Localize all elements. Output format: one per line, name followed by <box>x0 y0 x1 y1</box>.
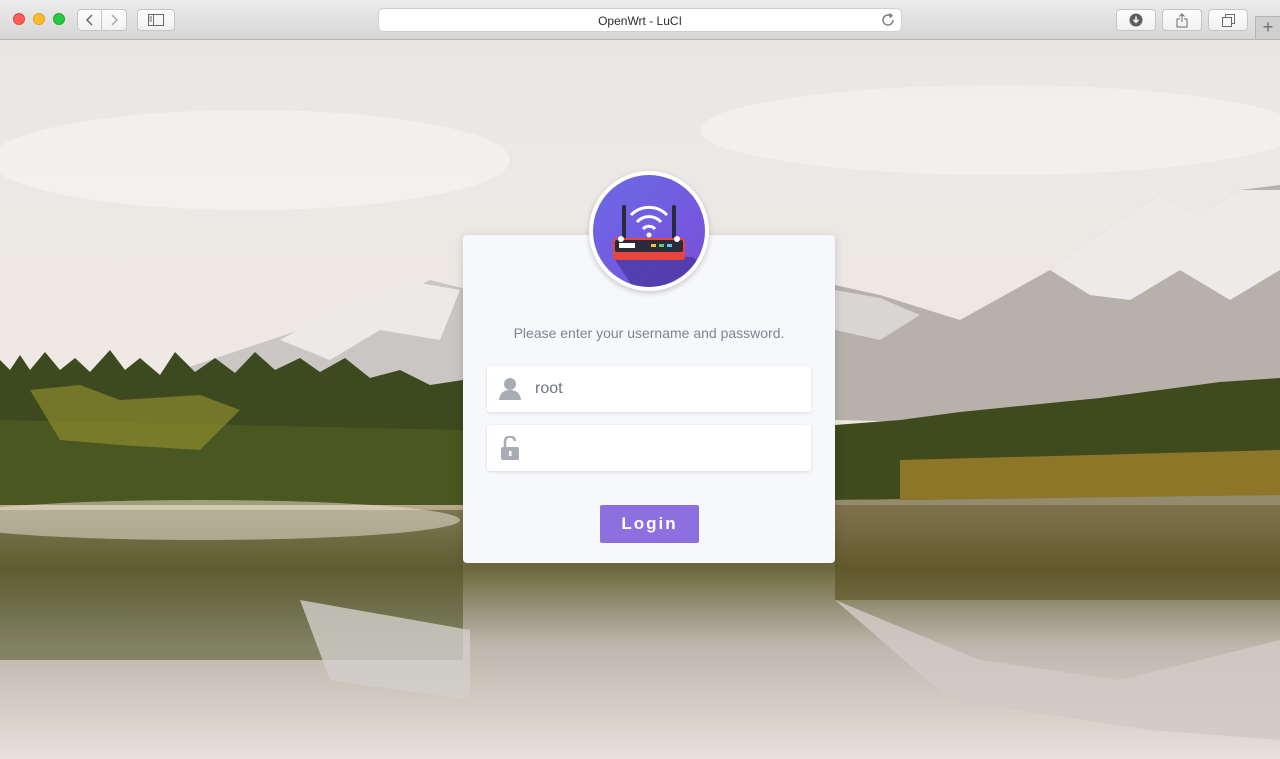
new-tab-button[interactable]: + <box>1255 16 1280 39</box>
window-close-button[interactable] <box>13 13 25 25</box>
router-wifi-icon <box>593 175 705 287</box>
tabs-icon <box>1221 13 1235 27</box>
username-value[interactable]: root <box>535 380 563 398</box>
sidebar-toggle-button[interactable] <box>137 9 175 31</box>
login-button[interactable]: Login <box>600 505 699 543</box>
window-minimize-button[interactable] <box>33 13 45 25</box>
back-icon <box>85 14 93 26</box>
unlocked-padlock-icon <box>501 436 519 460</box>
reload-icon[interactable] <box>880 12 896 28</box>
login-prompt: Please enter your username and password. <box>513 325 785 341</box>
user-icon <box>499 378 521 400</box>
plus-icon: + <box>1262 17 1274 37</box>
forward-icon <box>111 14 119 26</box>
router-logo <box>589 171 709 291</box>
share-button[interactable] <box>1162 9 1202 31</box>
page-title: OpenWrt - LuCI <box>598 14 682 28</box>
address-bar[interactable]: OpenWrt - LuCI <box>378 8 902 32</box>
window-zoom-button[interactable] <box>53 13 65 25</box>
sidebar-icon <box>148 14 164 26</box>
show-tabs-button[interactable] <box>1208 9 1248 31</box>
username-field[interactable]: root <box>487 366 811 412</box>
password-field[interactable] <box>487 425 811 471</box>
browser-toolbar: OpenWrt - LuCI + <box>0 0 1280 40</box>
downloads-button[interactable] <box>1116 9 1156 31</box>
download-icon <box>1129 13 1143 27</box>
forward-button[interactable] <box>102 9 127 31</box>
back-button[interactable] <box>77 9 102 31</box>
share-icon <box>1176 12 1188 27</box>
